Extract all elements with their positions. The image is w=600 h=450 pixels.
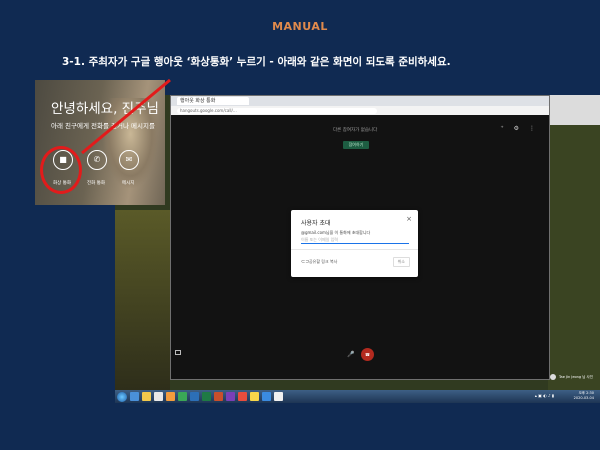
avatar	[550, 374, 556, 380]
invite-input[interactable]: 이름 또는 이메일 입력	[301, 236, 409, 244]
more-icon[interactable]: ⋮	[529, 125, 535, 132]
taskbar-app-ppt[interactable]	[214, 392, 223, 401]
taskbar-app-word[interactable]	[190, 392, 199, 401]
invite-dialog: 사용자 초대 × @gmail.com님을 이 통화에 초대합니다 이름 또는 …	[291, 210, 418, 277]
system-tray-icons[interactable]: ▴ ▣ ◐ ♪ ▮	[535, 393, 554, 398]
clock-date: 2020-03-04	[573, 396, 594, 400]
add-person-icon[interactable]: ⁺	[500, 125, 503, 132]
copy-link-button[interactable]: 공유할 링크 복사	[309, 259, 337, 265]
taskbar-app-paint[interactable]	[238, 392, 247, 401]
meeting-status-text: 다른 참여자가 없습니다	[333, 128, 378, 133]
taskbar-app-notepad[interactable]	[274, 392, 283, 401]
taskbar-app-folder[interactable]	[142, 392, 151, 401]
taskbar-clock[interactable]: 오후 2:30 2020-03-04	[574, 391, 594, 401]
url-field[interactable]: hangouts.google.com/call/...	[177, 107, 377, 114]
taskbar-app-chrome[interactable]	[178, 392, 187, 401]
chat-icon[interactable]	[175, 350, 181, 355]
dialog-title: 사용자 초대	[301, 220, 331, 227]
browser-window: 행아웃 화상 통화 hangouts.google.com/call/... 다…	[170, 95, 550, 380]
taskbar-app-kakao[interactable]	[250, 392, 259, 401]
message-label: 메시지	[122, 181, 135, 186]
instruction-text: 3-1. 주최자가 구글 행아웃 ‘화상통화’ 누르기 - 아래와 같은 화면이…	[62, 56, 451, 68]
highlight-ring	[40, 146, 82, 194]
dialog-divider	[291, 249, 418, 250]
user-name: Tae Jin Jeong 님 사진	[559, 374, 593, 379]
background-window	[548, 95, 600, 125]
cancel-button[interactable]: 취소	[392, 257, 410, 267]
join-button[interactable]: 참여하기	[343, 141, 369, 149]
chat-icon: ✉	[125, 155, 133, 164]
voice-call-label: 전화 통화	[87, 181, 105, 186]
message-button[interactable]: ✉	[119, 150, 139, 170]
settings-icon[interactable]: ⚙	[514, 125, 519, 132]
windows-taskbar: ▴ ▣ ◐ ♪ ▮ 오후 2:30 2020-03-04	[115, 390, 600, 403]
desktop-screenshot: 행아웃 화상 통화 hangouts.google.com/call/... 다…	[115, 95, 600, 403]
desktop-right-wallpaper	[548, 95, 600, 390]
inset-greeting: 안녕하세요, 진주님	[51, 101, 159, 117]
taskbar-app-ie[interactable]	[130, 392, 139, 401]
taskbar-app-onenote[interactable]	[226, 392, 235, 401]
call-toolbar: ⁺ ⚙ ⋮	[500, 125, 535, 132]
taskbar-app-firefox[interactable]	[166, 392, 175, 401]
browser-addressbar: hangouts.google.com/call/...	[171, 106, 549, 115]
phone-icon: ✆	[93, 155, 101, 164]
taskbar-app-excel[interactable]	[202, 392, 211, 401]
inset-subtitle: 아래 친구에게 전화를 걸거나 메시지를	[51, 122, 155, 130]
close-icon[interactable]: ×	[406, 215, 412, 223]
browser-tab[interactable]: 행아웃 화상 통화	[177, 97, 249, 105]
taskbar-app-media[interactable]	[154, 392, 163, 401]
taskbar-app-chrome-2[interactable]	[262, 392, 271, 401]
hangup-button[interactable]: ☎	[361, 348, 374, 361]
voice-call-button[interactable]: ✆	[87, 150, 107, 170]
microphone-icon[interactable]: 🎤	[347, 351, 354, 358]
user-chip: Tae Jin Jeong 님 사진	[550, 374, 593, 380]
start-button[interactable]	[117, 391, 127, 402]
browser-titlebar: 행아웃 화상 통화	[171, 96, 549, 106]
desktop-wallpaper	[115, 210, 170, 390]
manual-title: MANUAL	[272, 20, 328, 33]
